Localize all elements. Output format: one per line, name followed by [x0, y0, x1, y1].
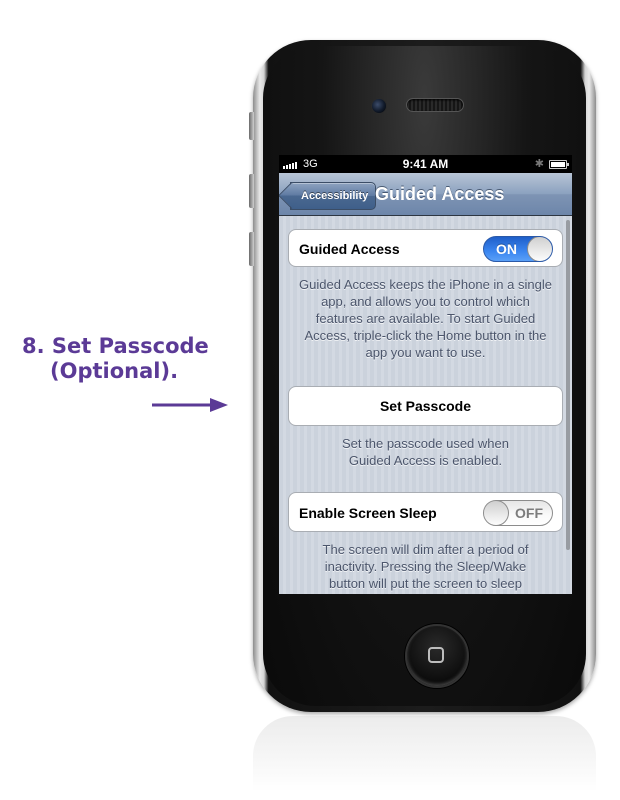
navigation-bar: Accessibility Guided Access — [279, 173, 572, 216]
earpiece-speaker — [406, 98, 464, 112]
settings-list[interactable]: Guided Access ON Guided Access keeps the… — [279, 216, 572, 594]
toggle-off-text: OFF — [515, 505, 543, 521]
instruction-callout: 8. Set Passcode (Optional). — [22, 334, 209, 384]
toggle-knob — [527, 237, 552, 261]
status-time: 9:41 AM — [402, 157, 449, 171]
front-camera-icon — [371, 98, 387, 114]
callout-line-2: (Optional). — [50, 359, 179, 383]
scroll-indicator[interactable] — [566, 220, 570, 550]
guided-access-description: Guided Access keeps the iPhone in a sing… — [299, 277, 552, 360]
page-title: Guided Access — [375, 184, 505, 204]
callout-line-1: 8. Set Passcode — [22, 334, 209, 358]
screen-sleep-toggle[interactable]: OFF — [483, 500, 553, 526]
set-passcode-label: Set Passcode — [379, 398, 472, 414]
guided-access-toggle[interactable]: ON — [483, 236, 553, 262]
volume-up-button — [249, 174, 254, 208]
screen-sleep-row[interactable]: Enable Screen Sleep OFF — [288, 492, 563, 532]
phone-screen: 3G 9:41 AM ✱ Accessibility Guided Access… — [279, 155, 572, 594]
status-bar: 3G 9:41 AM ✱ — [279, 155, 572, 173]
guided-access-row[interactable]: Guided Access ON — [288, 229, 563, 267]
mute-switch — [249, 112, 254, 140]
set-passcode-button[interactable]: Set Passcode — [288, 386, 563, 426]
toggle-on-text: ON — [496, 241, 517, 257]
back-button-label: Accessibility — [301, 190, 369, 202]
volume-down-button — [249, 232, 254, 266]
set-passcode-description: Set the passcode used when Guided Access… — [342, 436, 509, 468]
screen-sleep-description: The screen will dim after a period of in… — [322, 542, 529, 591]
home-square-icon — [428, 647, 444, 663]
guided-access-label: Guided Access — [299, 241, 400, 257]
screen-sleep-label: Enable Screen Sleep — [299, 505, 437, 521]
battery-icon — [549, 160, 569, 169]
toggle-knob — [484, 501, 509, 525]
back-button-accessibility[interactable]: Accessibility — [290, 182, 377, 210]
phone-reflection — [253, 716, 596, 800]
bluetooth-icon: ✱ — [534, 158, 544, 170]
home-button[interactable] — [405, 624, 469, 688]
arrow-right-icon — [152, 398, 228, 412]
